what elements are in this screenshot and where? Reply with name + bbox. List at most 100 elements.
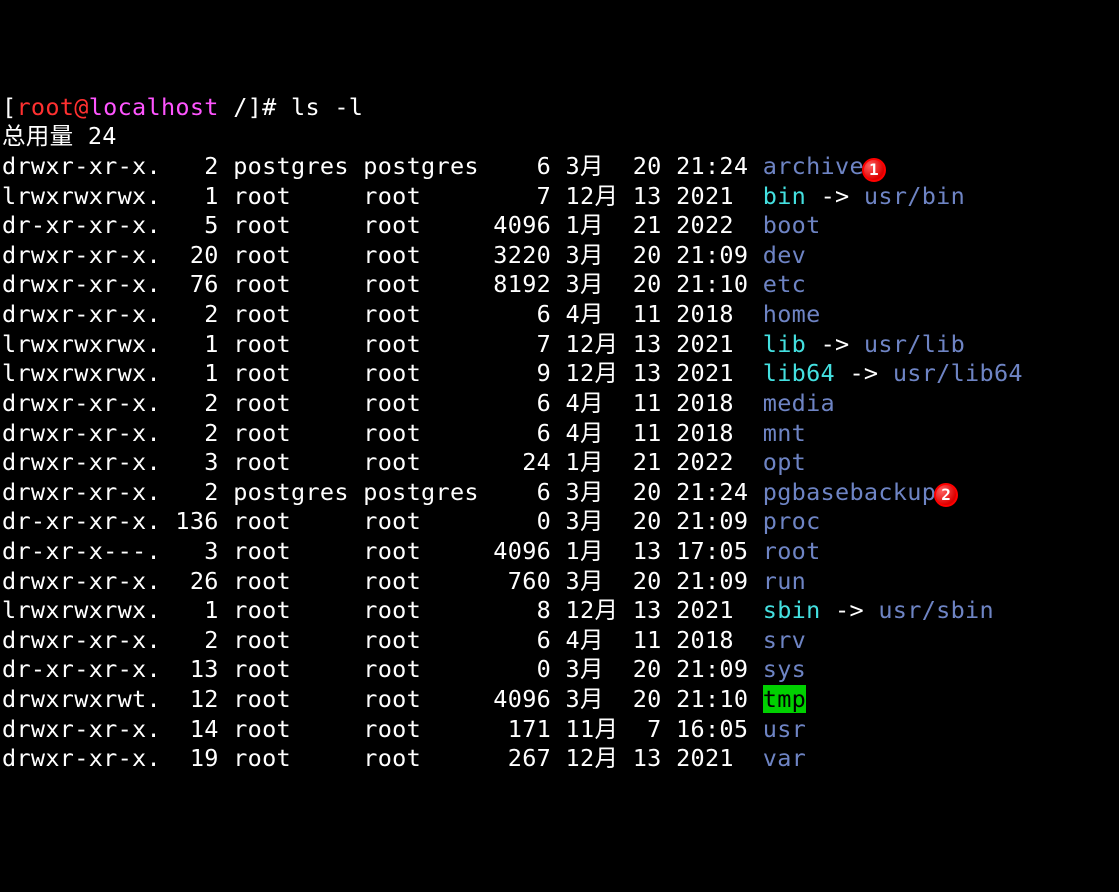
size: 760 xyxy=(493,567,551,595)
link-arrow: -> xyxy=(806,330,864,358)
file-name: usr xyxy=(763,715,806,743)
owner: root xyxy=(233,300,349,328)
time: 2021 xyxy=(676,359,748,387)
file-name: boot xyxy=(763,211,821,239)
link-arrow: -> xyxy=(806,182,864,210)
size: 6 xyxy=(493,626,551,654)
size: 4096 xyxy=(493,685,551,713)
listing-row: drwxr-xr-x. 14 root root 171 11月 7 16:05… xyxy=(2,715,1119,745)
month: 1月 xyxy=(566,537,619,565)
perm: dr-xr-xr-x. xyxy=(2,655,161,683)
nlinks: 5 xyxy=(175,211,218,239)
perm: drwxr-xr-x. xyxy=(2,448,161,476)
prompt-at: @ xyxy=(74,93,88,121)
file-name: lib64 xyxy=(763,359,835,387)
group: root xyxy=(363,567,479,595)
terminal-output: [root@localhost /]# ls -l总用量 24drwxr-xr-… xyxy=(2,93,1119,774)
perm: drwxr-xr-x. xyxy=(2,744,161,772)
file-name: lib xyxy=(763,330,806,358)
owner: root xyxy=(233,537,349,565)
size: 4096 xyxy=(493,211,551,239)
owner: postgres xyxy=(233,152,349,180)
prompt-path: /] xyxy=(219,93,262,121)
group: root xyxy=(363,389,479,417)
owner: root xyxy=(233,270,349,298)
nlinks: 1 xyxy=(175,330,218,358)
nlinks: 2 xyxy=(175,419,218,447)
month: 12月 xyxy=(566,744,619,772)
prompt-bracket-open: [ xyxy=(2,93,16,121)
total-line: 总用量 24 xyxy=(2,122,1119,152)
listing-row: dr-xr-xr-x. 5 root root 4096 1月 21 2022 … xyxy=(2,211,1119,241)
perm: drwxrwxrwt. xyxy=(2,685,161,713)
day: 13 xyxy=(633,596,662,624)
day: 13 xyxy=(633,537,662,565)
size: 6 xyxy=(493,478,551,506)
size: 0 xyxy=(493,507,551,535)
day: 20 xyxy=(633,655,662,683)
month: 1月 xyxy=(566,448,619,476)
listing-row: drwxr-xr-x. 2 root root 6 4月 11 2018 srv xyxy=(2,626,1119,656)
group: root xyxy=(363,685,479,713)
day: 13 xyxy=(633,182,662,210)
group: root xyxy=(363,300,479,328)
time: 21:10 xyxy=(676,685,748,713)
nlinks: 13 xyxy=(175,655,218,683)
listing-row: drwxr-xr-x. 2 root root 6 4月 11 2018 mnt xyxy=(2,419,1119,449)
perm: drwxr-xr-x. xyxy=(2,715,161,743)
owner: root xyxy=(233,330,349,358)
perm: lrwxrwxrwx. xyxy=(2,596,161,624)
time: 21:24 xyxy=(676,152,748,180)
file-name: proc xyxy=(763,507,821,535)
prompt-hash: # xyxy=(262,93,291,121)
size: 9 xyxy=(493,359,551,387)
group: root xyxy=(363,182,479,210)
file-name: dev xyxy=(763,241,806,269)
perm: dr-xr-xr-x. xyxy=(2,507,161,535)
owner: root xyxy=(233,626,349,654)
day: 20 xyxy=(633,507,662,535)
listing-row: drwxr-xr-x. 2 root root 6 4月 11 2018 med… xyxy=(2,389,1119,419)
day: 11 xyxy=(633,419,662,447)
day: 20 xyxy=(633,567,662,595)
nlinks: 26 xyxy=(175,567,218,595)
owner: root xyxy=(233,685,349,713)
owner: root xyxy=(233,211,349,239)
link-target: usr/bin xyxy=(864,182,965,210)
month: 4月 xyxy=(566,626,619,654)
day: 13 xyxy=(633,744,662,772)
month: 3月 xyxy=(566,270,619,298)
day: 11 xyxy=(633,300,662,328)
link-arrow: -> xyxy=(835,359,893,387)
link-target: usr/lib64 xyxy=(893,359,1023,387)
month: 4月 xyxy=(566,419,619,447)
file-name: bin xyxy=(763,182,806,210)
nlinks: 3 xyxy=(175,448,218,476)
group: root xyxy=(363,655,479,683)
nlinks: 2 xyxy=(175,300,218,328)
size: 6 xyxy=(493,152,551,180)
time: 2022 xyxy=(676,211,748,239)
month: 3月 xyxy=(566,567,619,595)
time: 2018 xyxy=(676,626,748,654)
prompt-user: root xyxy=(16,93,74,121)
day: 20 xyxy=(633,270,662,298)
listing-row: dr-xr-xr-x. 136 root root 0 3月 20 21:09 … xyxy=(2,507,1119,537)
perm: drwxr-xr-x. xyxy=(2,567,161,595)
time: 21:09 xyxy=(676,655,748,683)
file-name: sbin xyxy=(763,596,821,624)
nlinks: 2 xyxy=(175,152,218,180)
day: 13 xyxy=(633,359,662,387)
time: 2018 xyxy=(676,389,748,417)
file-name: sys xyxy=(763,655,806,683)
listing-row: drwxr-xr-x. 19 root root 267 12月 13 2021… xyxy=(2,744,1119,774)
nlinks: 136 xyxy=(175,507,218,535)
month: 3月 xyxy=(566,507,619,535)
time: 2021 xyxy=(676,330,748,358)
time: 2018 xyxy=(676,419,748,447)
perm: lrwxrwxrwx. xyxy=(2,330,161,358)
month: 1月 xyxy=(566,211,619,239)
month: 3月 xyxy=(566,478,619,506)
size: 3220 xyxy=(493,241,551,269)
listing-row: lrwxrwxrwx. 1 root root 7 12月 13 2021 bi… xyxy=(2,182,1119,212)
